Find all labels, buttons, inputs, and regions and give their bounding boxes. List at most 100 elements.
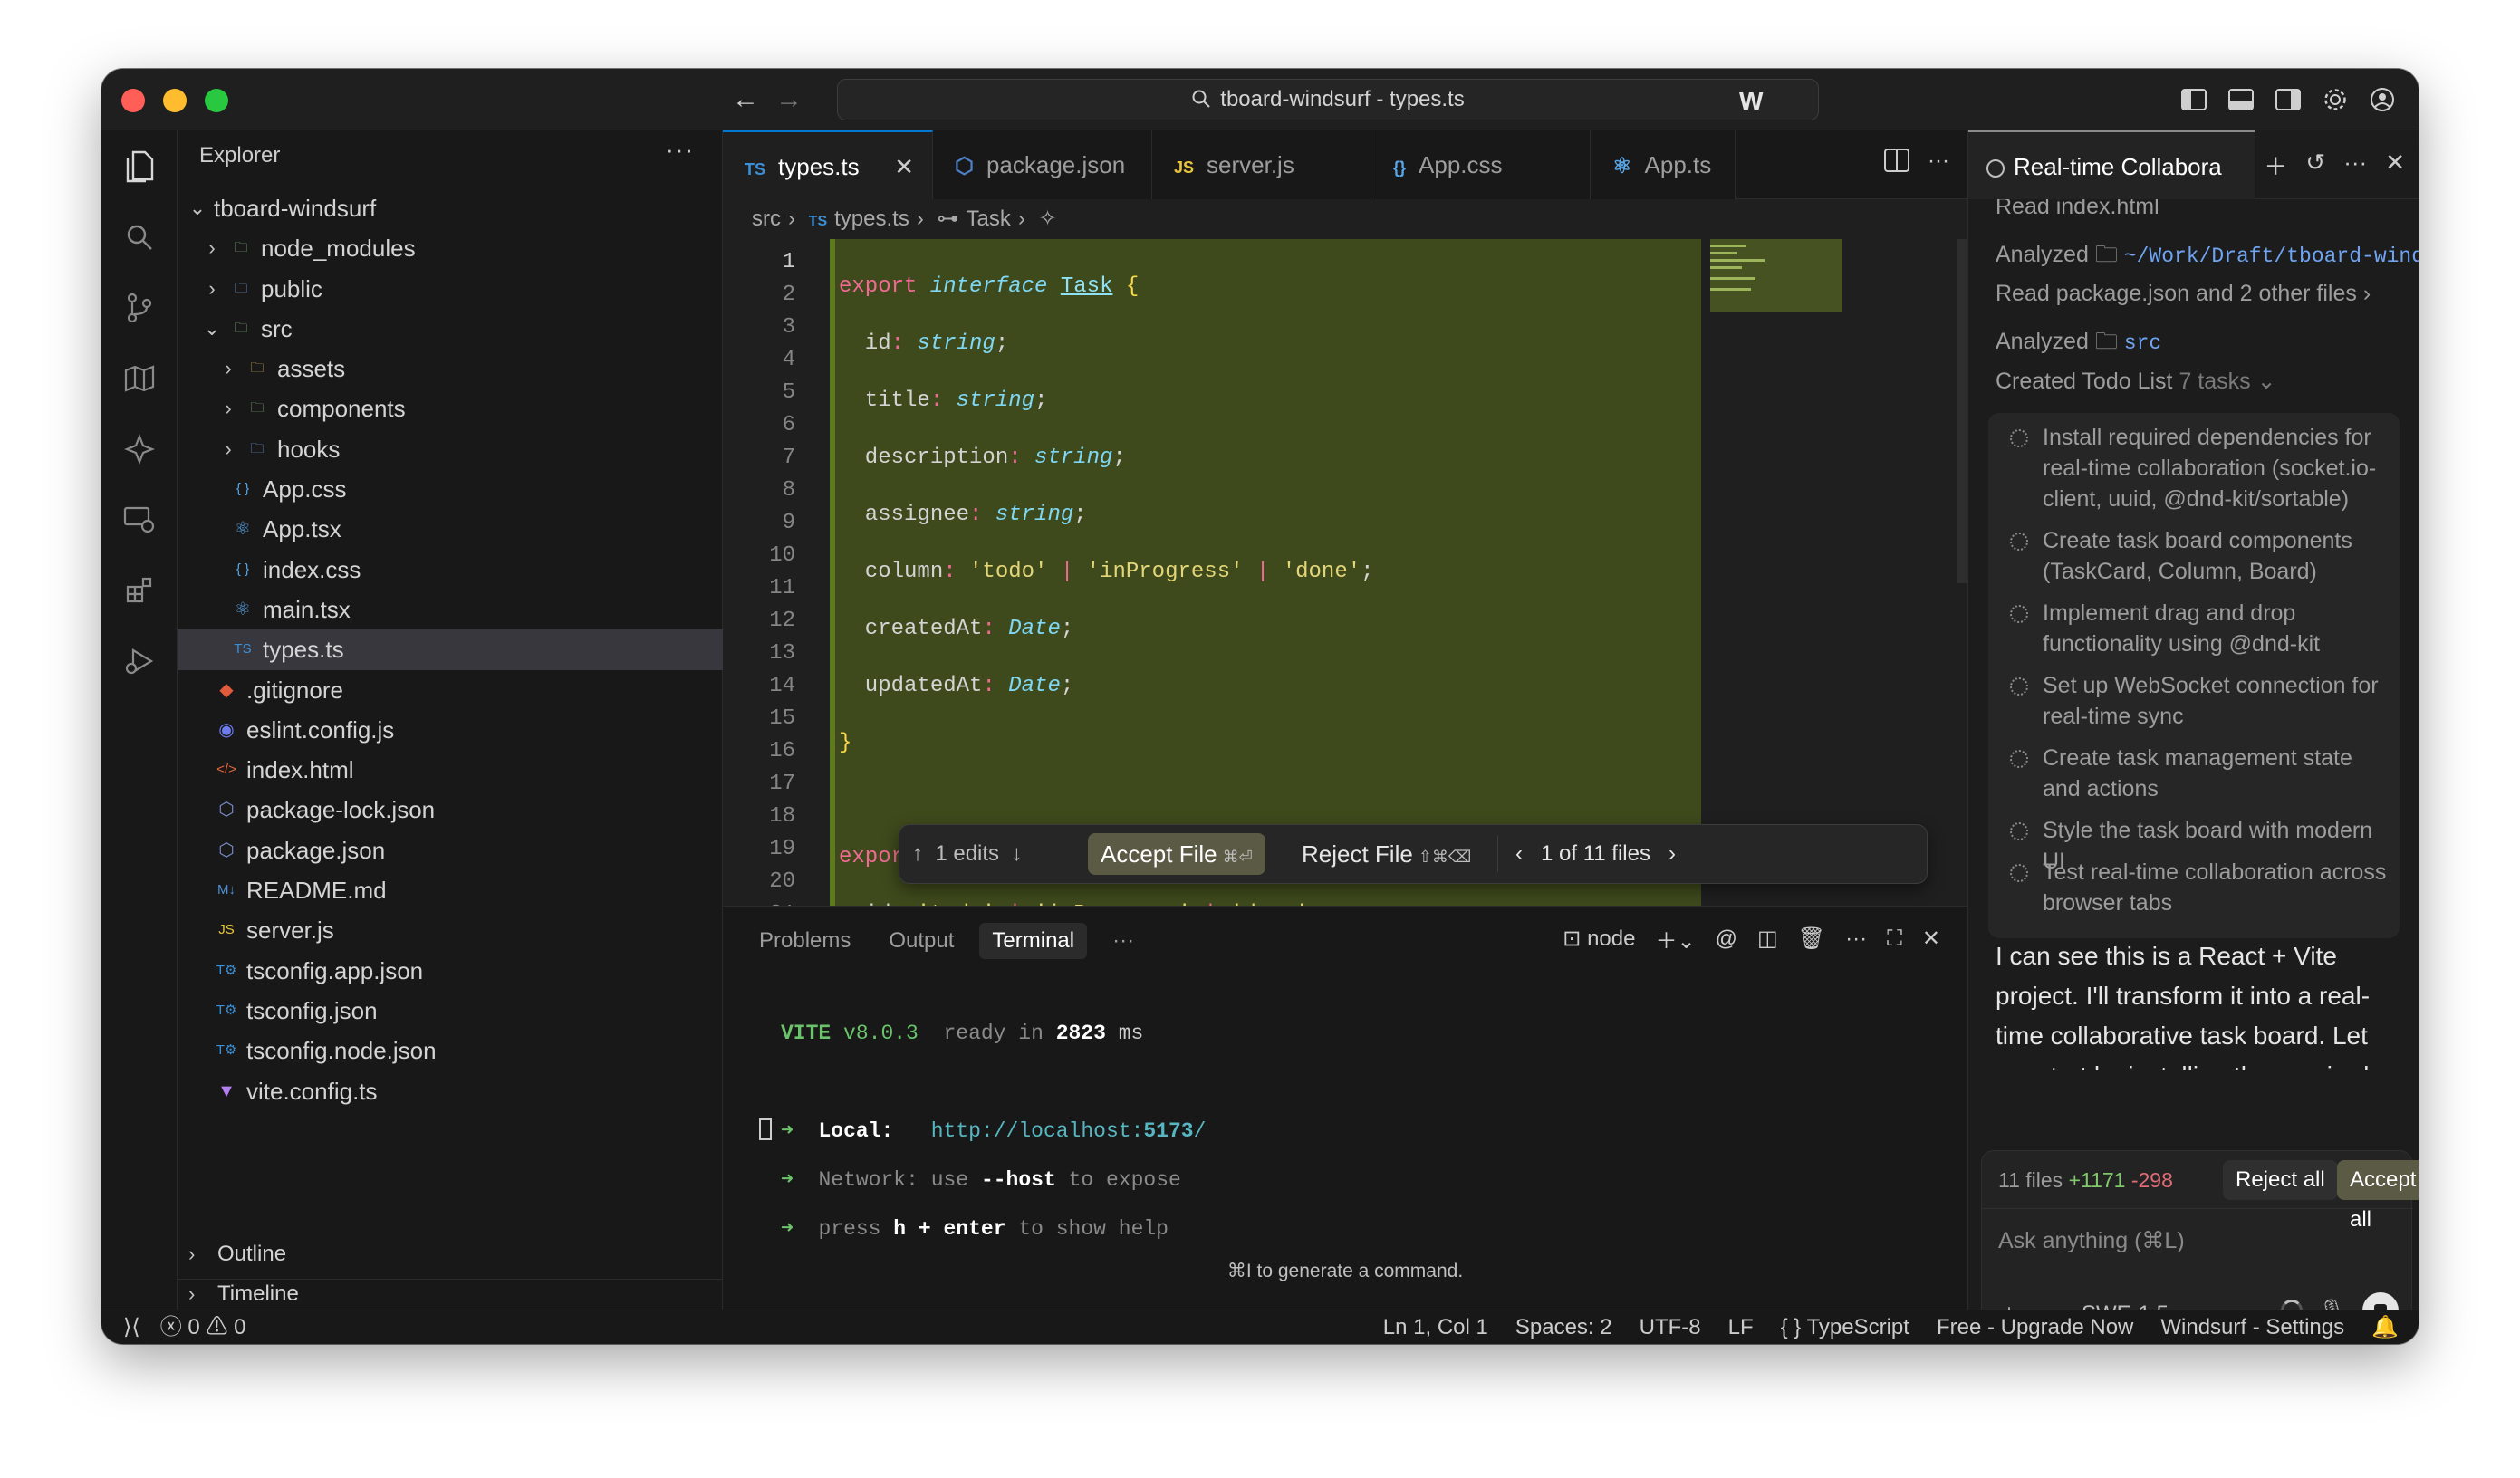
tree-file[interactable]: T⚙ tsconfig.app.json	[178, 951, 723, 991]
map-icon[interactable]	[121, 360, 158, 397]
command-center-search[interactable]: tboard-windsurf - types.ts	[837, 79, 1819, 120]
remote-explorer-icon[interactable]	[121, 502, 158, 538]
trash-icon[interactable]: 🗑	[1798, 926, 1825, 952]
local-port[interactable]: 5173	[1143, 1119, 1193, 1143]
more-actions-icon[interactable]: ···	[1928, 149, 1949, 178]
tab-problems[interactable]: Problems	[746, 923, 863, 959]
cascade-tab[interactable]: Real-time Collabora	[1968, 130, 2255, 199]
tree-file[interactable]: TS types.ts	[178, 629, 723, 670]
minimize-window-button[interactable]	[163, 89, 187, 112]
windsurf-settings[interactable]: Windsurf - Settings	[2160, 1310, 2344, 1344]
explorer-files-icon[interactable]	[109, 139, 167, 194]
reject-file-button[interactable]: Reject File ⇧⌘⌫	[1289, 833, 1484, 875]
tree-folder[interactable]: › 🗀 components	[178, 389, 723, 428]
activity-analyzed-dir[interactable]: Analyzed 🗀 ~/Work/Draft/tboard-winds…	[1996, 237, 2419, 276]
split-editor-icon[interactable]	[1884, 149, 1910, 178]
plan-status[interactable]: Free - Upgrade Now	[1937, 1310, 2133, 1344]
arrow-down-icon[interactable]: ↓	[1011, 841, 1022, 866]
breadcrumb-src[interactable]: src	[752, 206, 781, 231]
language-mode[interactable]: { } TypeScript	[1781, 1310, 1909, 1344]
tree-file[interactable]: ⬡ package.json	[178, 830, 723, 870]
search-icon[interactable]	[121, 219, 158, 255]
tab-server-js[interactable]: JS server.js	[1152, 130, 1371, 199]
close-panel-icon[interactable]: ✕	[1922, 926, 1940, 952]
tree-file[interactable]: ⚛ main.tsx	[178, 590, 723, 629]
maximize-panel-icon[interactable]: ⛶	[1887, 926, 1902, 952]
tab-terminal[interactable]: Terminal	[979, 923, 1088, 959]
tree-file[interactable]: T⚙ tsconfig.json	[178, 991, 723, 1031]
breadcrumb-symbol[interactable]: Task	[967, 206, 1011, 231]
activity-todo-list[interactable]: Created Todo List 7 tasks ⌄	[1996, 368, 2276, 395]
indentation[interactable]: Spaces: 2	[1515, 1310, 1612, 1344]
windsurf-cascade-icon[interactable]	[121, 431, 158, 467]
tree-folder[interactable]: › 🗀 assets	[178, 349, 723, 389]
extensions-icon[interactable]	[121, 572, 158, 609]
tree-file[interactable]: </> index.html	[178, 750, 723, 790]
arrow-up-icon[interactable]: ↑	[912, 841, 923, 866]
terminal-output[interactable]: VITE v8.0.3 ready in 2823 ms ➜ Local: ht…	[781, 997, 1206, 1265]
tree-folder[interactable]: › 🗀 public	[178, 269, 723, 309]
more-actions-icon[interactable]: ···	[2343, 149, 2367, 182]
tree-file[interactable]: M↓ README.md	[178, 870, 723, 910]
tree-file[interactable]: ◉ eslint.config.js	[178, 710, 723, 750]
activity-read-package[interactable]: Read package.json and 2 other files ›	[1996, 281, 2371, 307]
new-terminal-icon[interactable]: ＋⌄	[1655, 923, 1695, 955]
changed-files-summary[interactable]: 11 files +1171 -298	[1998, 1151, 2173, 1209]
tree-file[interactable]: T⚙ tsconfig.node.json	[178, 1031, 723, 1070]
panel-more-icon[interactable]: ···	[1100, 923, 1147, 959]
edits-navigator[interactable]: ↑ 1 edits ↓	[912, 825, 1022, 883]
tab-package-json[interactable]: ⬡ package.json	[933, 130, 1152, 199]
source-control-icon[interactable]	[121, 290, 158, 326]
windsurf-logo[interactable]: W	[1739, 87, 1763, 116]
chat-input[interactable]: Ask anything (⌘L)	[1998, 1227, 2185, 1254]
toggle-primary-sidebar-icon[interactable]	[2178, 83, 2210, 116]
cursor-position[interactable]: Ln 1, Col 1	[1383, 1310, 1488, 1344]
tree-folder[interactable]: ⌄ 🗀 src	[178, 309, 723, 349]
tree-file[interactable]: ⚛ App.tsx	[178, 509, 723, 549]
terminal-shell-selector[interactable]: ⊡ node	[1563, 926, 1635, 952]
sparkle-icon[interactable]: ✧	[1039, 206, 1057, 231]
history-icon[interactable]: ↺	[2305, 149, 2325, 182]
code-editor[interactable]: 123456789101112131415161718192021 export…	[723, 239, 1967, 906]
tab-types-ts[interactable]: TS types.ts ✕	[723, 130, 933, 199]
breadcrumb-file[interactable]: types.ts	[834, 206, 909, 231]
accept-all-button[interactable]: Accept all	[2337, 1160, 2419, 1232]
chevron-left-icon[interactable]: ‹	[1515, 841, 1523, 866]
split-terminal-icon[interactable]: ◫	[1757, 926, 1778, 952]
zoom-window-button[interactable]	[205, 89, 228, 112]
tree-file[interactable]: { } index.css	[178, 550, 723, 590]
tree-file[interactable]: { } App.css	[178, 469, 723, 509]
editor-scrollbar[interactable]	[1957, 239, 1967, 583]
tab-app-css[interactable]: {} App.css	[1371, 130, 1591, 199]
problems-indicator[interactable]: ⓧ 0 ⚠ 0	[160, 1310, 246, 1344]
tree-file[interactable]: ▼ vite.config.ts	[178, 1071, 723, 1111]
more-actions-icon[interactable]: ···	[1845, 926, 1867, 952]
back-arrow-icon[interactable]: ←	[732, 82, 759, 118]
close-window-button[interactable]	[121, 89, 145, 112]
tree-folder[interactable]: › 🗀 node_modules	[178, 228, 723, 268]
notifications-bell-icon[interactable]: 🔔	[2371, 1310, 2399, 1344]
reject-all-button[interactable]: Reject all	[2223, 1160, 2338, 1200]
remote-indicator-icon[interactable]: ⟩⟨	[123, 1310, 140, 1344]
tree-file[interactable]: ◆ .gitignore	[178, 670, 723, 710]
at-mention-icon[interactable]: @	[1716, 926, 1737, 952]
toggle-secondary-sidebar-icon[interactable]	[2272, 83, 2304, 116]
explorer-more-actions[interactable]: ···	[666, 136, 695, 164]
tab-output[interactable]: Output	[876, 923, 967, 959]
accept-file-button[interactable]: Accept File ⌘⏎	[1088, 833, 1265, 875]
activity-analyzed-src[interactable]: Analyzed 🗀 src	[1996, 324, 2161, 363]
tree-folder[interactable]: › 🗀 hooks	[178, 429, 723, 469]
close-icon[interactable]: ✕	[2385, 149, 2405, 182]
tab-app-tsx[interactable]: ⚛ App.ts	[1591, 130, 1736, 199]
tree-file[interactable]: ⬡ package-lock.json	[178, 790, 723, 830]
minimap[interactable]	[1710, 239, 1842, 312]
forward-arrow-icon[interactable]: →	[775, 82, 803, 118]
run-debug-icon[interactable]	[121, 643, 158, 679]
account-avatar-icon[interactable]	[2366, 83, 2399, 116]
tree-file[interactable]: JS server.js	[178, 910, 723, 950]
settings-gear-icon[interactable]	[2319, 83, 2352, 116]
end-of-line[interactable]: LF	[1728, 1310, 1754, 1344]
chevron-right-icon[interactable]: ›	[1669, 841, 1676, 866]
new-chat-icon[interactable]: ＋	[2264, 149, 2287, 182]
toggle-panel-icon[interactable]	[2225, 83, 2257, 116]
